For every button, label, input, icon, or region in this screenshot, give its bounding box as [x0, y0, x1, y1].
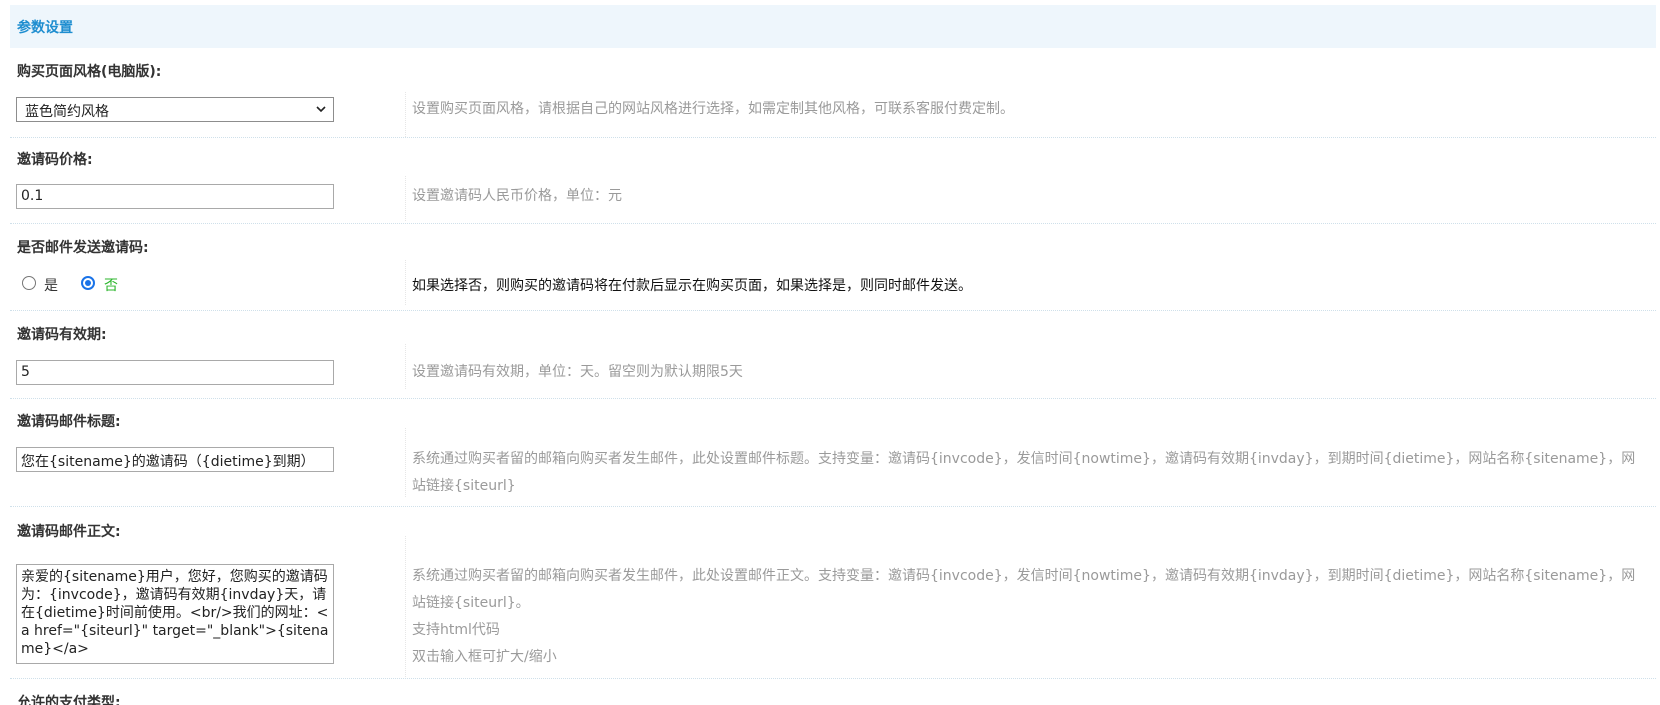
style-help: 设置购买页面风格，请根据自己的网站风格进行选择，如需定制其他风格，可联系客服付费… [412, 101, 1014, 117]
column-divider [405, 428, 406, 497]
mail-body-help-html: 支持html代码 [412, 622, 500, 638]
mail-body-textarea[interactable]: 亲爱的{sitename}用户，您好，您购买的邀请码为：{invcode}，邀请… [16, 564, 334, 664]
email-send-help: 如果选择否，则购买的邀请码将在付款后显示在购买页面，如果选择是，则同时邮件发送。 [412, 278, 972, 294]
radio-yes[interactable] [22, 276, 36, 290]
validity-input[interactable]: 5 [16, 360, 334, 385]
validity-help: 设置邀请码有效期，单位：天。留空则为默认期限5天 [412, 364, 743, 380]
radio-yes-label[interactable]: 是 [44, 275, 58, 295]
mail-body-help-dblclick: 双击输入框可扩大/缩小 [412, 649, 557, 665]
radio-no-label[interactable]: 否 [104, 275, 118, 295]
settings-page: 参数设置 购买页面风格(电脑版): 蓝色简约风格 设置购买页面风格，请根据自己的… [0, 0, 1660, 705]
style-select-value: 蓝色简约风格 [25, 104, 109, 120]
row-separator [10, 678, 1656, 679]
chevron-down-icon [316, 106, 326, 113]
row-separator [10, 398, 1656, 399]
mail-title-help: 系统通过购买者留的邮箱向购买者发生邮件，此处设置邮件标题。支持变量：邀请码{in… [412, 451, 1636, 494]
style-select[interactable]: 蓝色简约风格 [16, 97, 334, 122]
price-help: 设置邀请码人民币价格，单位：元 [412, 188, 622, 204]
column-divider [405, 260, 406, 305]
validity-input-value: 5 [21, 364, 30, 380]
validity-label: 邀请码有效期: [17, 327, 107, 343]
mail-title-label: 邀请码邮件标题: [17, 414, 121, 430]
price-input[interactable]: 0.1 [16, 184, 334, 209]
column-divider [405, 176, 406, 221]
email-send-label: 是否邮件发送邀请码: [17, 240, 149, 256]
row-separator [10, 223, 1656, 224]
row-separator [10, 137, 1656, 138]
column-divider [405, 92, 406, 137]
mail-title-input[interactable]: 您在{sitename}的邀请码（{dietime}到期） [16, 447, 334, 472]
style-label: 购买页面风格(电脑版): [17, 64, 162, 80]
radio-no[interactable] [81, 276, 95, 290]
price-label: 邀请码价格: [17, 152, 93, 168]
row-separator [10, 310, 1656, 311]
column-divider [405, 344, 406, 389]
mail-title-input-value: 您在{sitename}的邀请码（{dietime}到期） [21, 454, 315, 470]
mail-body-label: 邀请码邮件正文: [17, 524, 121, 540]
section-header: 参数设置 [10, 5, 1656, 48]
payment-label: 允许的支付类型: [17, 695, 121, 705]
section-title: 参数设置 [17, 20, 73, 36]
column-divider [405, 536, 406, 679]
row-separator [10, 506, 1656, 507]
mail-body-help: 系统通过购买者留的邮箱向购买者发生邮件，此处设置邮件正文。支持变量：邀请码{in… [412, 568, 1636, 611]
price-input-value: 0.1 [21, 188, 44, 204]
